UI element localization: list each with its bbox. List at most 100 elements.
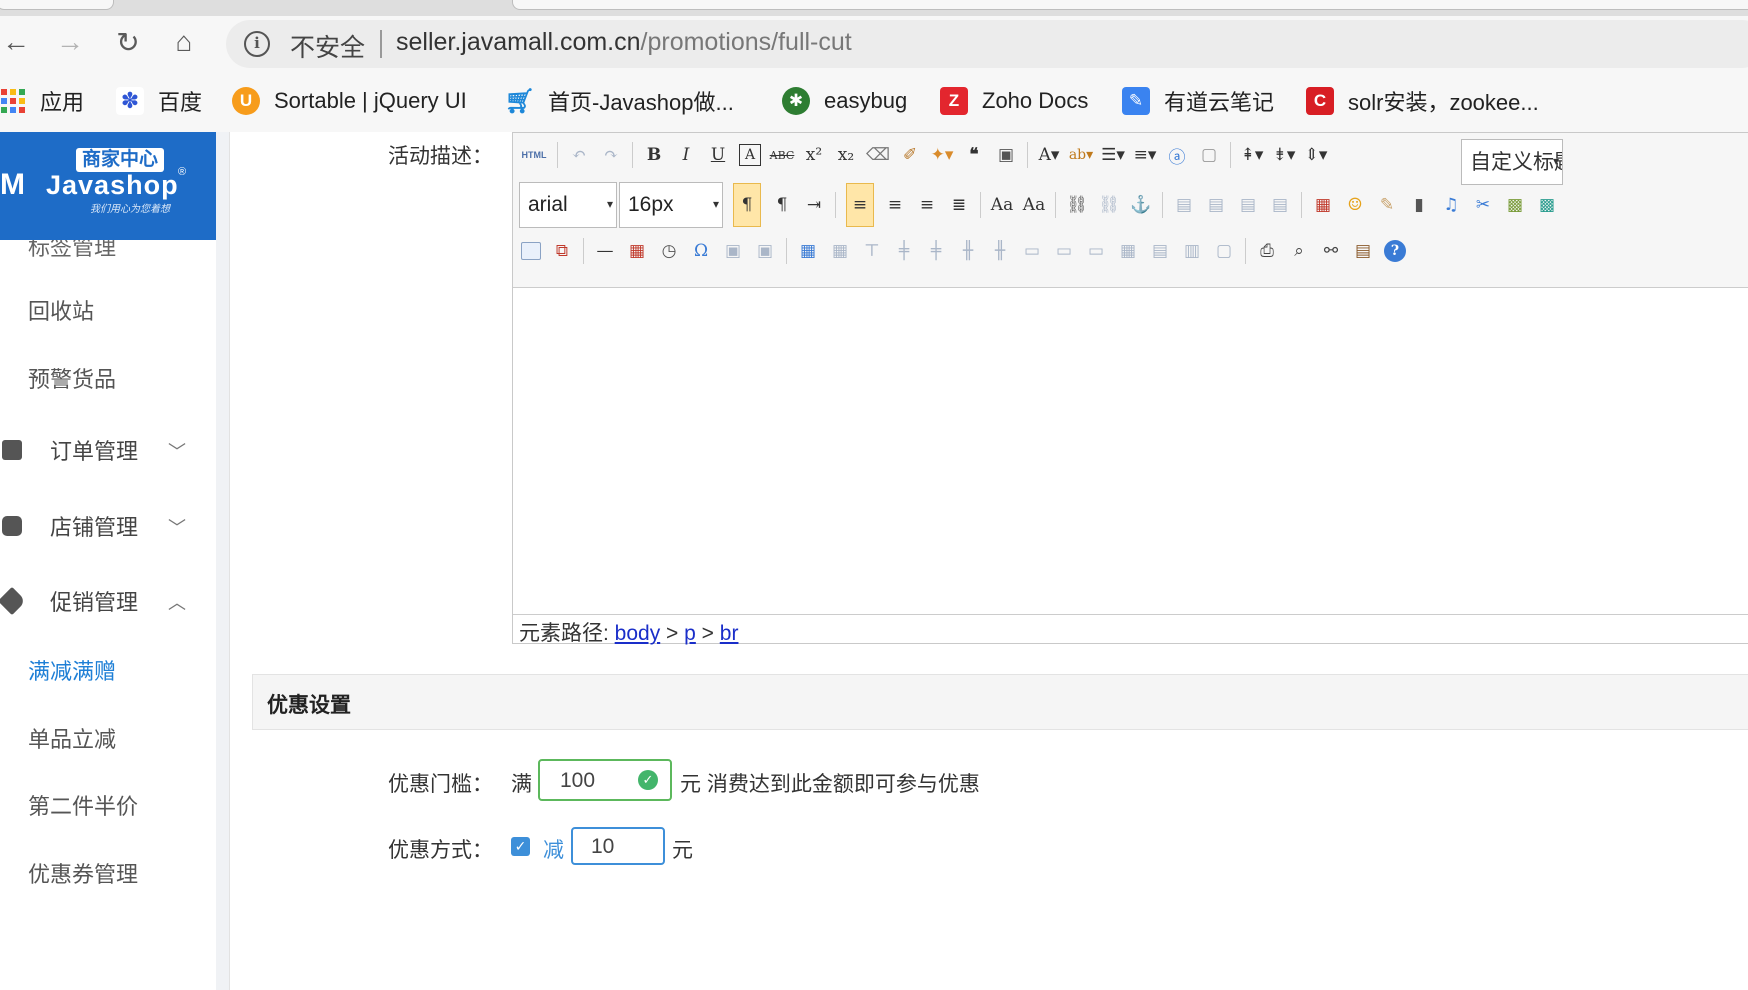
delete-col-icon[interactable]: ╫ (989, 240, 1011, 262)
superscript-icon[interactable]: x² (803, 144, 825, 166)
insert-table-icon[interactable]: ▦ (797, 240, 819, 262)
highlight-color-icon[interactable]: ab▾ (1069, 144, 1093, 166)
drafts-icon[interactable]: ▤ (1352, 240, 1374, 262)
uppercase-icon[interactable]: Aa (991, 194, 1013, 216)
bookmark-youdao[interactable]: ✎ 有道云笔记 (1122, 86, 1274, 116)
custom-title-select[interactable]: 自定义标题 ▾ (1461, 139, 1563, 185)
help-icon[interactable]: ? (1384, 240, 1406, 262)
date-icon[interactable]: ▦ (626, 240, 648, 262)
font-size-select[interactable]: 16px ▾ (619, 182, 723, 228)
underline-icon[interactable]: U (707, 144, 729, 166)
sidebar-item-full-cut[interactable]: 满减满赠 (28, 654, 116, 686)
scrawl-icon[interactable]: ✎ (1376, 194, 1398, 216)
font-family-select[interactable]: arial ▾ (519, 182, 617, 228)
element-path-body[interactable]: body (615, 622, 661, 645)
snapscreen-icon[interactable]: ▣ (722, 240, 744, 262)
sidebar-item-recycle-bin[interactable]: 回收站 (28, 294, 94, 326)
font-border-icon[interactable]: A (739, 144, 761, 166)
ordered-list-icon[interactable]: ☰▾ (1101, 144, 1125, 166)
align-left-icon[interactable]: ≡ (846, 183, 874, 227)
url-text[interactable]: seller.javamall.com.cn/promotions/full-c… (396, 28, 852, 57)
back-arrow-icon[interactable]: ← (0, 22, 36, 62)
element-path-p[interactable]: p (684, 622, 696, 645)
row-spacing-top-icon[interactable]: ⇞▾ (1241, 144, 1264, 166)
unlink-icon[interactable]: ⛓ (1098, 194, 1120, 216)
row-spacing-bottom-icon[interactable]: ⇟▾ (1273, 144, 1296, 166)
subscript-icon[interactable]: x₂ (835, 144, 857, 166)
html-source-icon[interactable]: HTML (521, 144, 547, 166)
paste-plain-icon[interactable]: ▣ (995, 144, 1017, 166)
map-icon[interactable]: ▩ (1504, 194, 1526, 216)
align-center-icon[interactable]: ≡ (884, 194, 906, 216)
reload-icon[interactable]: ↻ (108, 22, 148, 62)
print-icon[interactable]: ⎙ (1256, 240, 1278, 262)
bookmark-jquery-ui[interactable]: U Sortable | jQuery UI (232, 86, 467, 116)
special-char-icon[interactable]: Ω (690, 240, 712, 262)
chart-icon[interactable]: ▢ (1213, 240, 1235, 262)
address-bar[interactable]: i 不安全 seller.javamall.com.cn/promotions/… (226, 20, 1748, 68)
line-height-icon[interactable]: ⇕▾ (1305, 144, 1328, 166)
align-right-icon[interactable]: ≡ (916, 194, 938, 216)
split-cols-icon[interactable]: ▥ (1181, 240, 1203, 262)
element-path-br[interactable]: br (720, 622, 739, 645)
emotion-icon[interactable]: ☺ (1344, 194, 1366, 216)
frame-icon[interactable] (521, 242, 541, 260)
insert-col-icon[interactable]: ╫ (957, 240, 979, 262)
preview-icon[interactable]: ⌕ (1288, 240, 1310, 262)
lowercase-icon[interactable]: Aa (1023, 194, 1045, 216)
unordered-list-icon[interactable]: ≡▾ (1134, 144, 1157, 166)
time-icon[interactable]: ◷ (658, 240, 680, 262)
forward-arrow-icon[interactable]: → (50, 22, 90, 62)
insert-paragraph-icon[interactable]: ⊤ (861, 240, 883, 262)
bookmark-easybug[interactable]: ✱ easybug (782, 86, 907, 116)
italic-icon[interactable]: I (675, 144, 697, 166)
auto-format-icon[interactable]: ✦▾ (931, 144, 954, 166)
sidebar-item-coupons[interactable]: 优惠券管理 (28, 857, 138, 889)
link-icon[interactable]: ⛓ (1066, 194, 1088, 216)
home-icon[interactable]: ⌂ (164, 22, 204, 62)
info-icon[interactable]: i (244, 31, 270, 57)
image-none-icon[interactable]: ▤ (1173, 194, 1195, 216)
image-left-icon[interactable]: ▤ (1205, 194, 1227, 216)
sidebar-group-promotions[interactable]: 促销管理 ︿ (0, 581, 216, 621)
editor-content-area[interactable] (513, 288, 1748, 614)
word-image-icon[interactable]: ▣ (754, 240, 776, 262)
format-brush-icon[interactable]: ✐ (899, 144, 921, 166)
merge-down-icon[interactable]: ▭ (1085, 240, 1107, 262)
align-justify-icon[interactable]: ≣ (948, 194, 970, 216)
font-color-icon[interactable]: A▾ (1038, 144, 1060, 166)
indent-icon[interactable]: ⇥ (803, 194, 825, 216)
bold-icon[interactable]: B (643, 144, 665, 166)
delete-row-icon[interactable]: ╪ (925, 240, 947, 262)
browser-tab-active[interactable] (512, 0, 1748, 10)
select-all-icon[interactable]: ⓐ (1166, 144, 1188, 168)
anchor-icon[interactable]: ⚓ (1130, 194, 1152, 216)
image-right-icon[interactable]: ▤ (1237, 194, 1259, 216)
delete-table-icon[interactable]: ▦ (829, 240, 851, 262)
bookmark-apps[interactable]: 应用 (0, 86, 84, 116)
logo[interactable]: 商家中心 M Javashop ® 我们用心为您着想 (0, 132, 216, 240)
bookmark-javashop[interactable]: 🛒︎ 首页-Javashop做... (505, 86, 734, 116)
split-cells-icon[interactable]: ▦ (1117, 240, 1139, 262)
music-icon[interactable]: ♫ (1440, 194, 1462, 216)
sidebar-item-stock-alert[interactable]: 预警货品 (28, 362, 116, 394)
undo-icon[interactable]: ↶ (568, 144, 590, 166)
redo-icon[interactable]: ↷ (600, 144, 622, 166)
eraser-icon[interactable]: ⌫ (866, 144, 890, 166)
insert-row-icon[interactable]: ╪ (893, 240, 915, 262)
reduce-checkbox[interactable]: ✓ (511, 837, 530, 856)
blockquote-icon[interactable]: ❝ (963, 144, 985, 166)
strikethrough-icon[interactable]: ABC (770, 144, 795, 166)
page-break-icon[interactable]: ⧉ (551, 240, 573, 262)
attachment-icon[interactable]: ✂ (1472, 194, 1494, 216)
image-center-icon[interactable]: ▤ (1269, 194, 1291, 216)
merge-right-icon[interactable]: ▭ (1053, 240, 1075, 262)
insert-video-icon[interactable]: ▮ (1408, 194, 1430, 216)
reduce-amount-input[interactable]: 10 (571, 827, 665, 865)
browser-tab[interactable] (0, 0, 114, 10)
sidebar-item-second-half-price[interactable]: 第二件半价 (28, 789, 138, 821)
horizontal-rule-icon[interactable]: — (594, 240, 616, 262)
sidebar-group-store[interactable]: 店铺管理 ﹀ (0, 506, 216, 546)
bookmark-baidu[interactable]: ✽ 百度 (116, 86, 202, 116)
bookmark-zoho[interactable]: Z Zoho Docs (940, 86, 1088, 116)
